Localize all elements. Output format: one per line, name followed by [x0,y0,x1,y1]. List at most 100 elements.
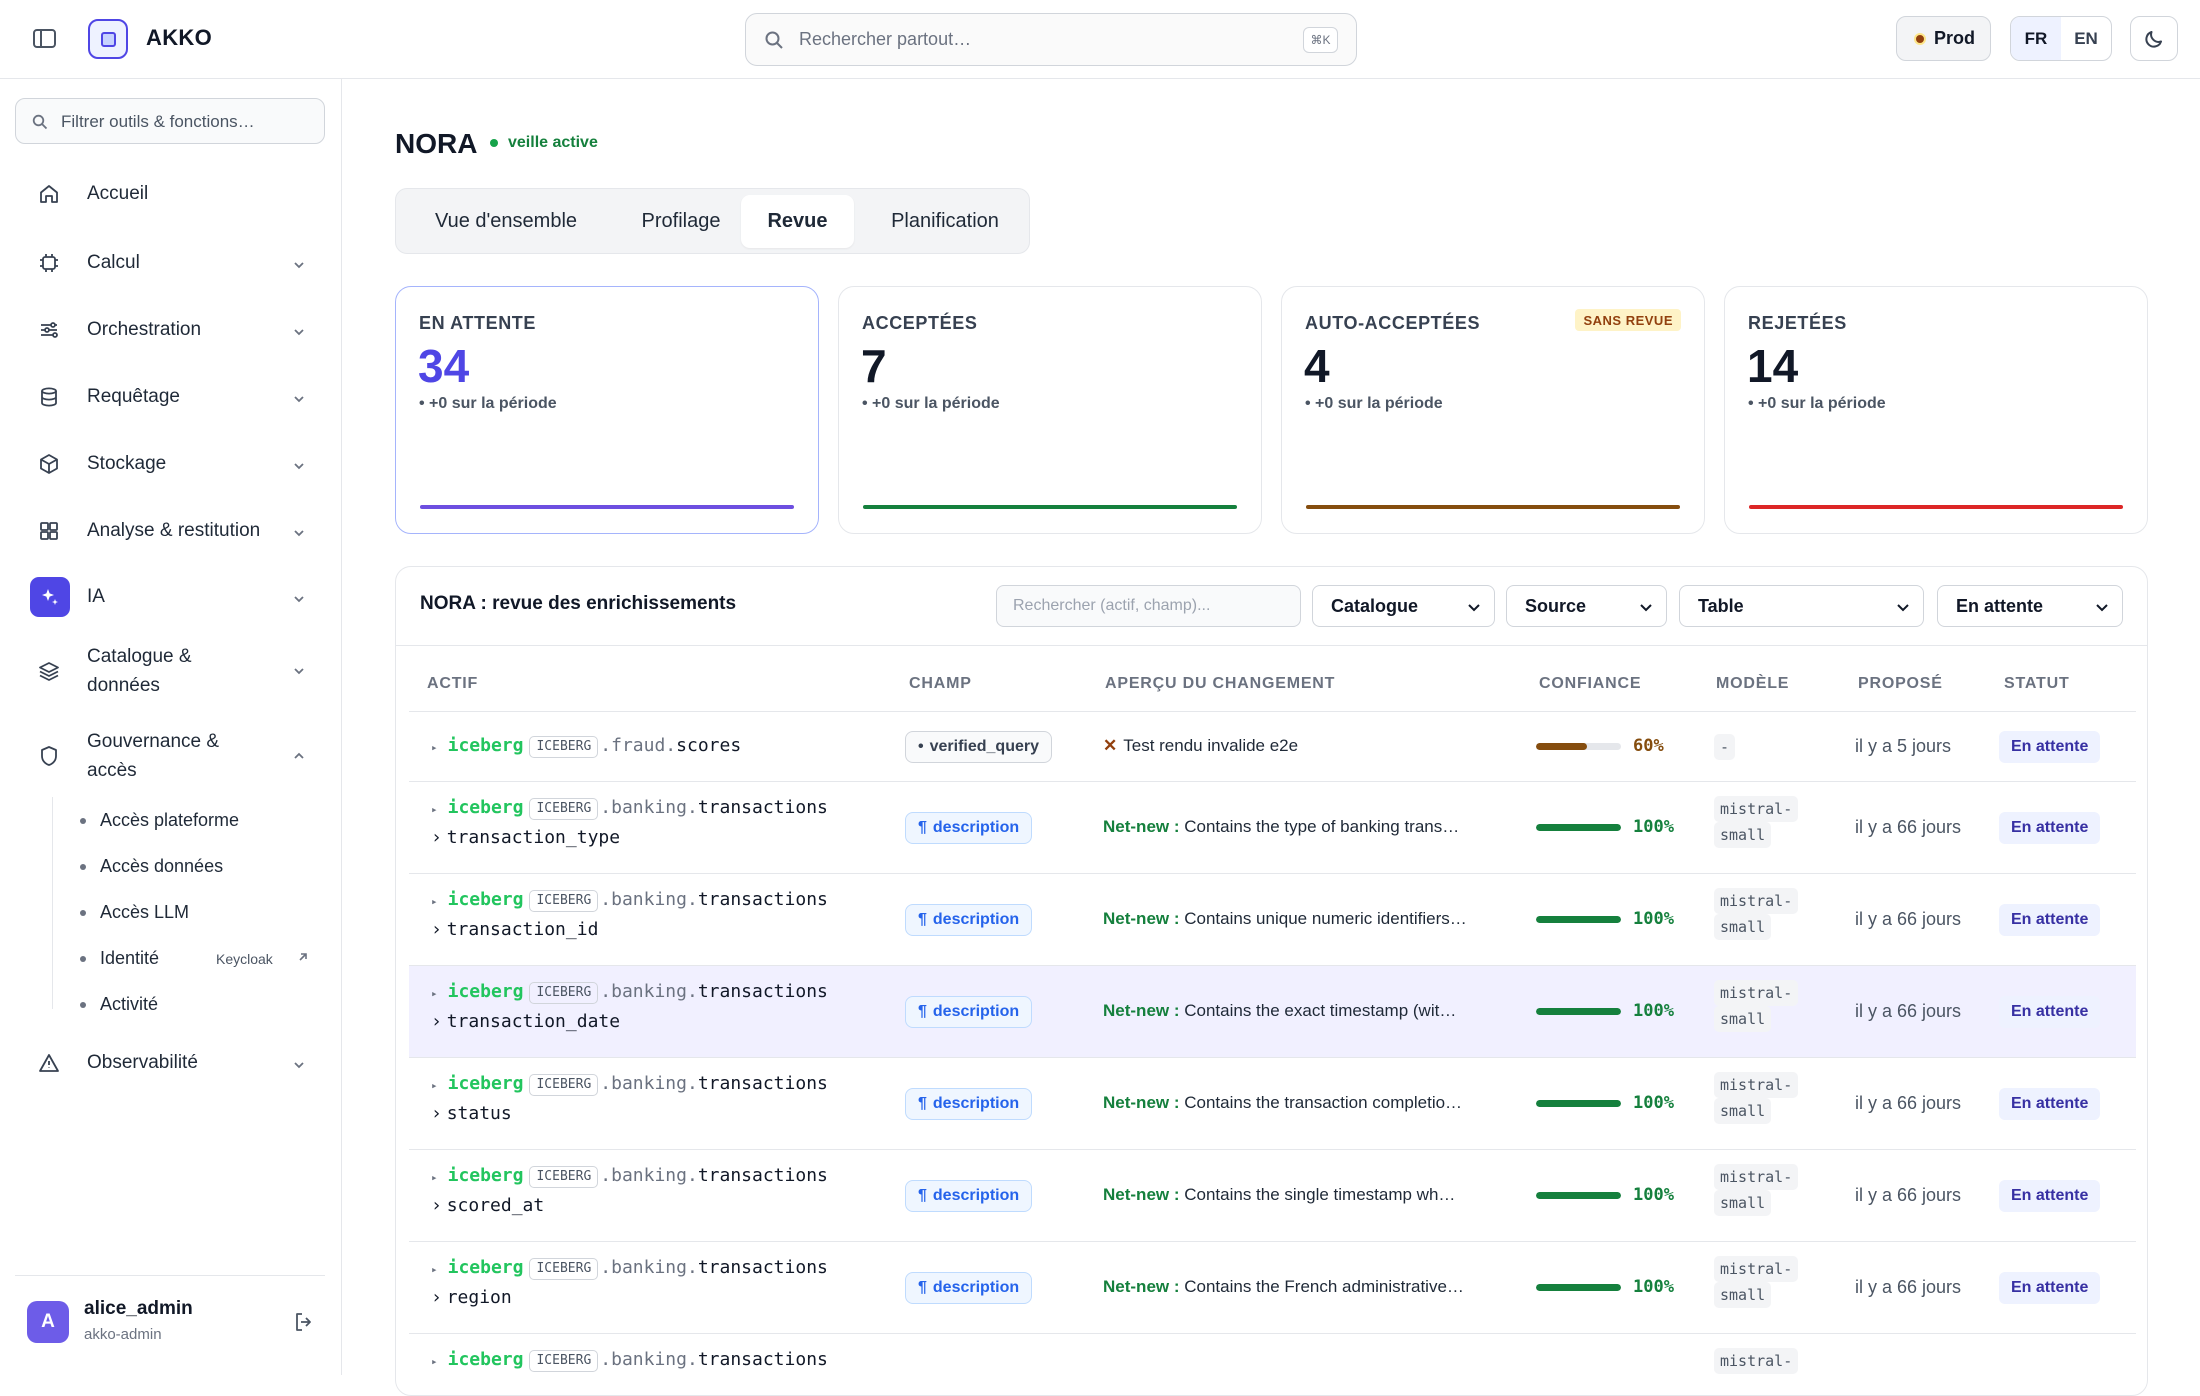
filter-table-select[interactable]: Table [1679,585,1924,627]
asset-table: transactions [697,797,828,818]
shield-icon [37,744,61,768]
sidebar-toggle-icon[interactable] [30,26,60,52]
status-badge[interactable]: En attente [1999,1272,2101,1304]
tab-revue[interactable]: Revue [741,195,854,248]
field-name: description [932,1279,1020,1296]
sidebar-item-calcul[interactable]: Calcul [15,243,325,283]
change-preview[interactable]: ✕ Test rendu invalide e2e [1103,736,1503,756]
model-value: mistral- [1714,980,1799,1006]
status-badge[interactable]: En attente [1999,1088,2101,1120]
expand-icon[interactable]: ▸ [431,1079,438,1092]
external-link-icon[interactable] [296,950,310,964]
change-preview[interactable]: Net-new : Contains unique numeric identi… [1103,909,1503,929]
logout-icon[interactable] [292,1310,316,1334]
confidence-meter: 100% [1536,1277,1674,1297]
status-badge[interactable]: En attente [1999,812,2101,844]
change-text: Contains the single timestamp wh… [1184,1185,1456,1204]
sidebar-item-accueil[interactable]: Accueil [15,174,325,214]
search-placeholder: Rechercher partout… [799,29,972,49]
sidebar-item-stockage[interactable]: Stockage [15,444,325,484]
table-row[interactable]: ▸ iceberg ICEBERG .banking.transactions mist… [409,1333,2136,1395]
sidebar-item-analyse[interactable]: Analyse & restitution [15,511,325,551]
change-type: Net-new : [1103,1093,1180,1112]
table-row[interactable]: ▸ iceberg ICEBERG .banking.transactions › tr… [409,781,2136,873]
avatar[interactable]: A [27,1301,69,1343]
table-row[interactable]: ▸ iceberg ICEBERG .fraud.scores • verified_qu… [409,711,2136,781]
sidebar-filter-input[interactable]: Filtrer outils & fonctions… [15,98,325,144]
asset-path[interactable]: ▸ iceberg ICEBERG .banking.transactions › tr… [431,794,828,852]
stat-card[interactable]: AUTO-ACCEPTÉES SANS REVUE 4 • +0 sur la pér… [1281,286,1705,534]
environment-selector[interactable]: Prod [1896,16,1991,61]
expand-icon[interactable]: ▸ [431,1171,438,1184]
model-value: small [1714,914,1772,940]
change-preview[interactable]: Net-new : Contains the transaction compl… [1103,1093,1503,1113]
table-row[interactable]: ▸ iceberg ICEBERG .banking.transactions › tr… [409,873,2136,965]
expand-icon[interactable]: ▸ [431,1263,438,1276]
change-preview[interactable]: Net-new : Contains the type of banking t… [1103,817,1503,837]
sidebar-item-gouvernance[interactable]: Gouvernance & accès [15,724,325,788]
asset-namespace: .banking. [600,1073,698,1094]
table-row[interactable]: ▸ iceberg ICEBERG .banking.transactions › re… [409,1241,2136,1333]
lang-fr-button[interactable]: FR [2011,17,2061,60]
tab-vue-ensemble[interactable]: Vue d'ensemble [406,195,606,248]
tab-profilage[interactable]: Profilage [616,195,746,248]
table-row[interactable]: ▸ iceberg ICEBERG .banking.transactions › sc… [409,1149,2136,1241]
asset-path[interactable]: ▸ iceberg ICEBERG .banking.transactions › tr… [431,978,828,1036]
change-type: Net-new : [1103,817,1180,836]
stat-card[interactable]: REJETÉES 14 • +0 sur la période [1724,286,2148,534]
status-badge[interactable]: En attente [1999,904,2101,936]
stat-card[interactable]: EN ATTENTE 34 • +0 sur la période [395,286,819,534]
stat-card[interactable]: ACCEPTÉES 7 • +0 sur la période [838,286,1262,534]
asset-path[interactable]: ▸ iceberg ICEBERG .banking.transactions › tr… [431,886,828,944]
theme-toggle-button[interactable] [2130,16,2178,61]
engine-name: iceberg [447,735,524,756]
chevron-down-icon [291,257,307,273]
expand-icon[interactable]: ▸ [431,895,438,908]
sidebar-item-label: Calcul [87,252,140,273]
table-row[interactable]: ▸ iceberg ICEBERG .banking.transactions › st… [409,1057,2136,1149]
sidebar-item-label: Accueil [87,183,149,204]
asset-path[interactable]: ▸ iceberg ICEBERG .banking.transactions › st… [431,1070,828,1128]
search-icon [764,30,784,50]
lang-en-button[interactable]: EN [2061,17,2111,60]
filter-catalogue-select[interactable]: Catalogue [1312,585,1495,627]
status-badge[interactable]: En attente [1999,996,2101,1028]
expand-icon[interactable]: ▸ [431,803,438,816]
stat-bar [420,505,794,509]
sidebar-item-ia[interactable]: IA [15,575,325,619]
status-badge[interactable]: En attente [1999,731,2101,763]
expand-icon[interactable]: ▸ [431,1355,438,1368]
asset-path[interactable]: ▸ iceberg ICEBERG .banking.transactions [431,1346,828,1376]
change-type: Net-new : [1103,1185,1180,1204]
chevron-down-icon [291,663,307,679]
expand-icon[interactable]: ▸ [431,987,438,1000]
global-search-input[interactable]: Rechercher partout… ⌘K [745,13,1357,66]
sidebar-item-orchestration[interactable]: Orchestration [15,310,325,350]
stat-value: 14 [1747,340,1799,392]
asset-namespace: .banking. [600,1257,698,1278]
asset-path[interactable]: ▸ iceberg ICEBERG .banking.transactions › sc… [431,1162,828,1220]
status-badge[interactable]: En attente [1999,1180,2101,1212]
table-row[interactable]: ▸ iceberg ICEBERG .banking.transactions › tr… [409,965,2136,1057]
sliders-icon [37,318,61,342]
tab-planification[interactable]: Planification [864,195,1026,248]
sidebar-item-requetage[interactable]: Requêtage [15,377,325,417]
filter-source-select[interactable]: Source [1506,585,1667,627]
stat-label: ACCEPTÉES [862,313,978,333]
change-type: Net-new : [1103,1277,1180,1296]
expand-icon[interactable]: ▸ [431,741,438,754]
change-preview[interactable]: Net-new : Contains the single timestamp … [1103,1185,1503,1205]
review-search-input[interactable]: Rechercher (actif, champ)... [996,585,1301,627]
change-preview[interactable]: Net-new : Contains the French administra… [1103,1277,1503,1297]
field-badge: ¶ description [905,812,1033,844]
model-value: small [1714,1190,1772,1216]
sidebar-item-observabilite[interactable]: Observabilité [15,1043,325,1083]
asset-path[interactable]: ▸ iceberg ICEBERG .banking.transactions › re… [431,1254,828,1312]
change-preview[interactable]: Net-new : Contains the exact timestamp (… [1103,1001,1503,1021]
change-type: Net-new : [1103,1001,1180,1020]
asset-path[interactable]: ▸ iceberg ICEBERG .fraud.scores [431,732,741,762]
sidebar-item-catalogue[interactable]: Catalogue & données [15,639,325,703]
bullet-icon [80,910,86,916]
akko-logo-icon[interactable] [88,19,128,59]
filter-status-select[interactable]: En attente [1937,585,2123,627]
